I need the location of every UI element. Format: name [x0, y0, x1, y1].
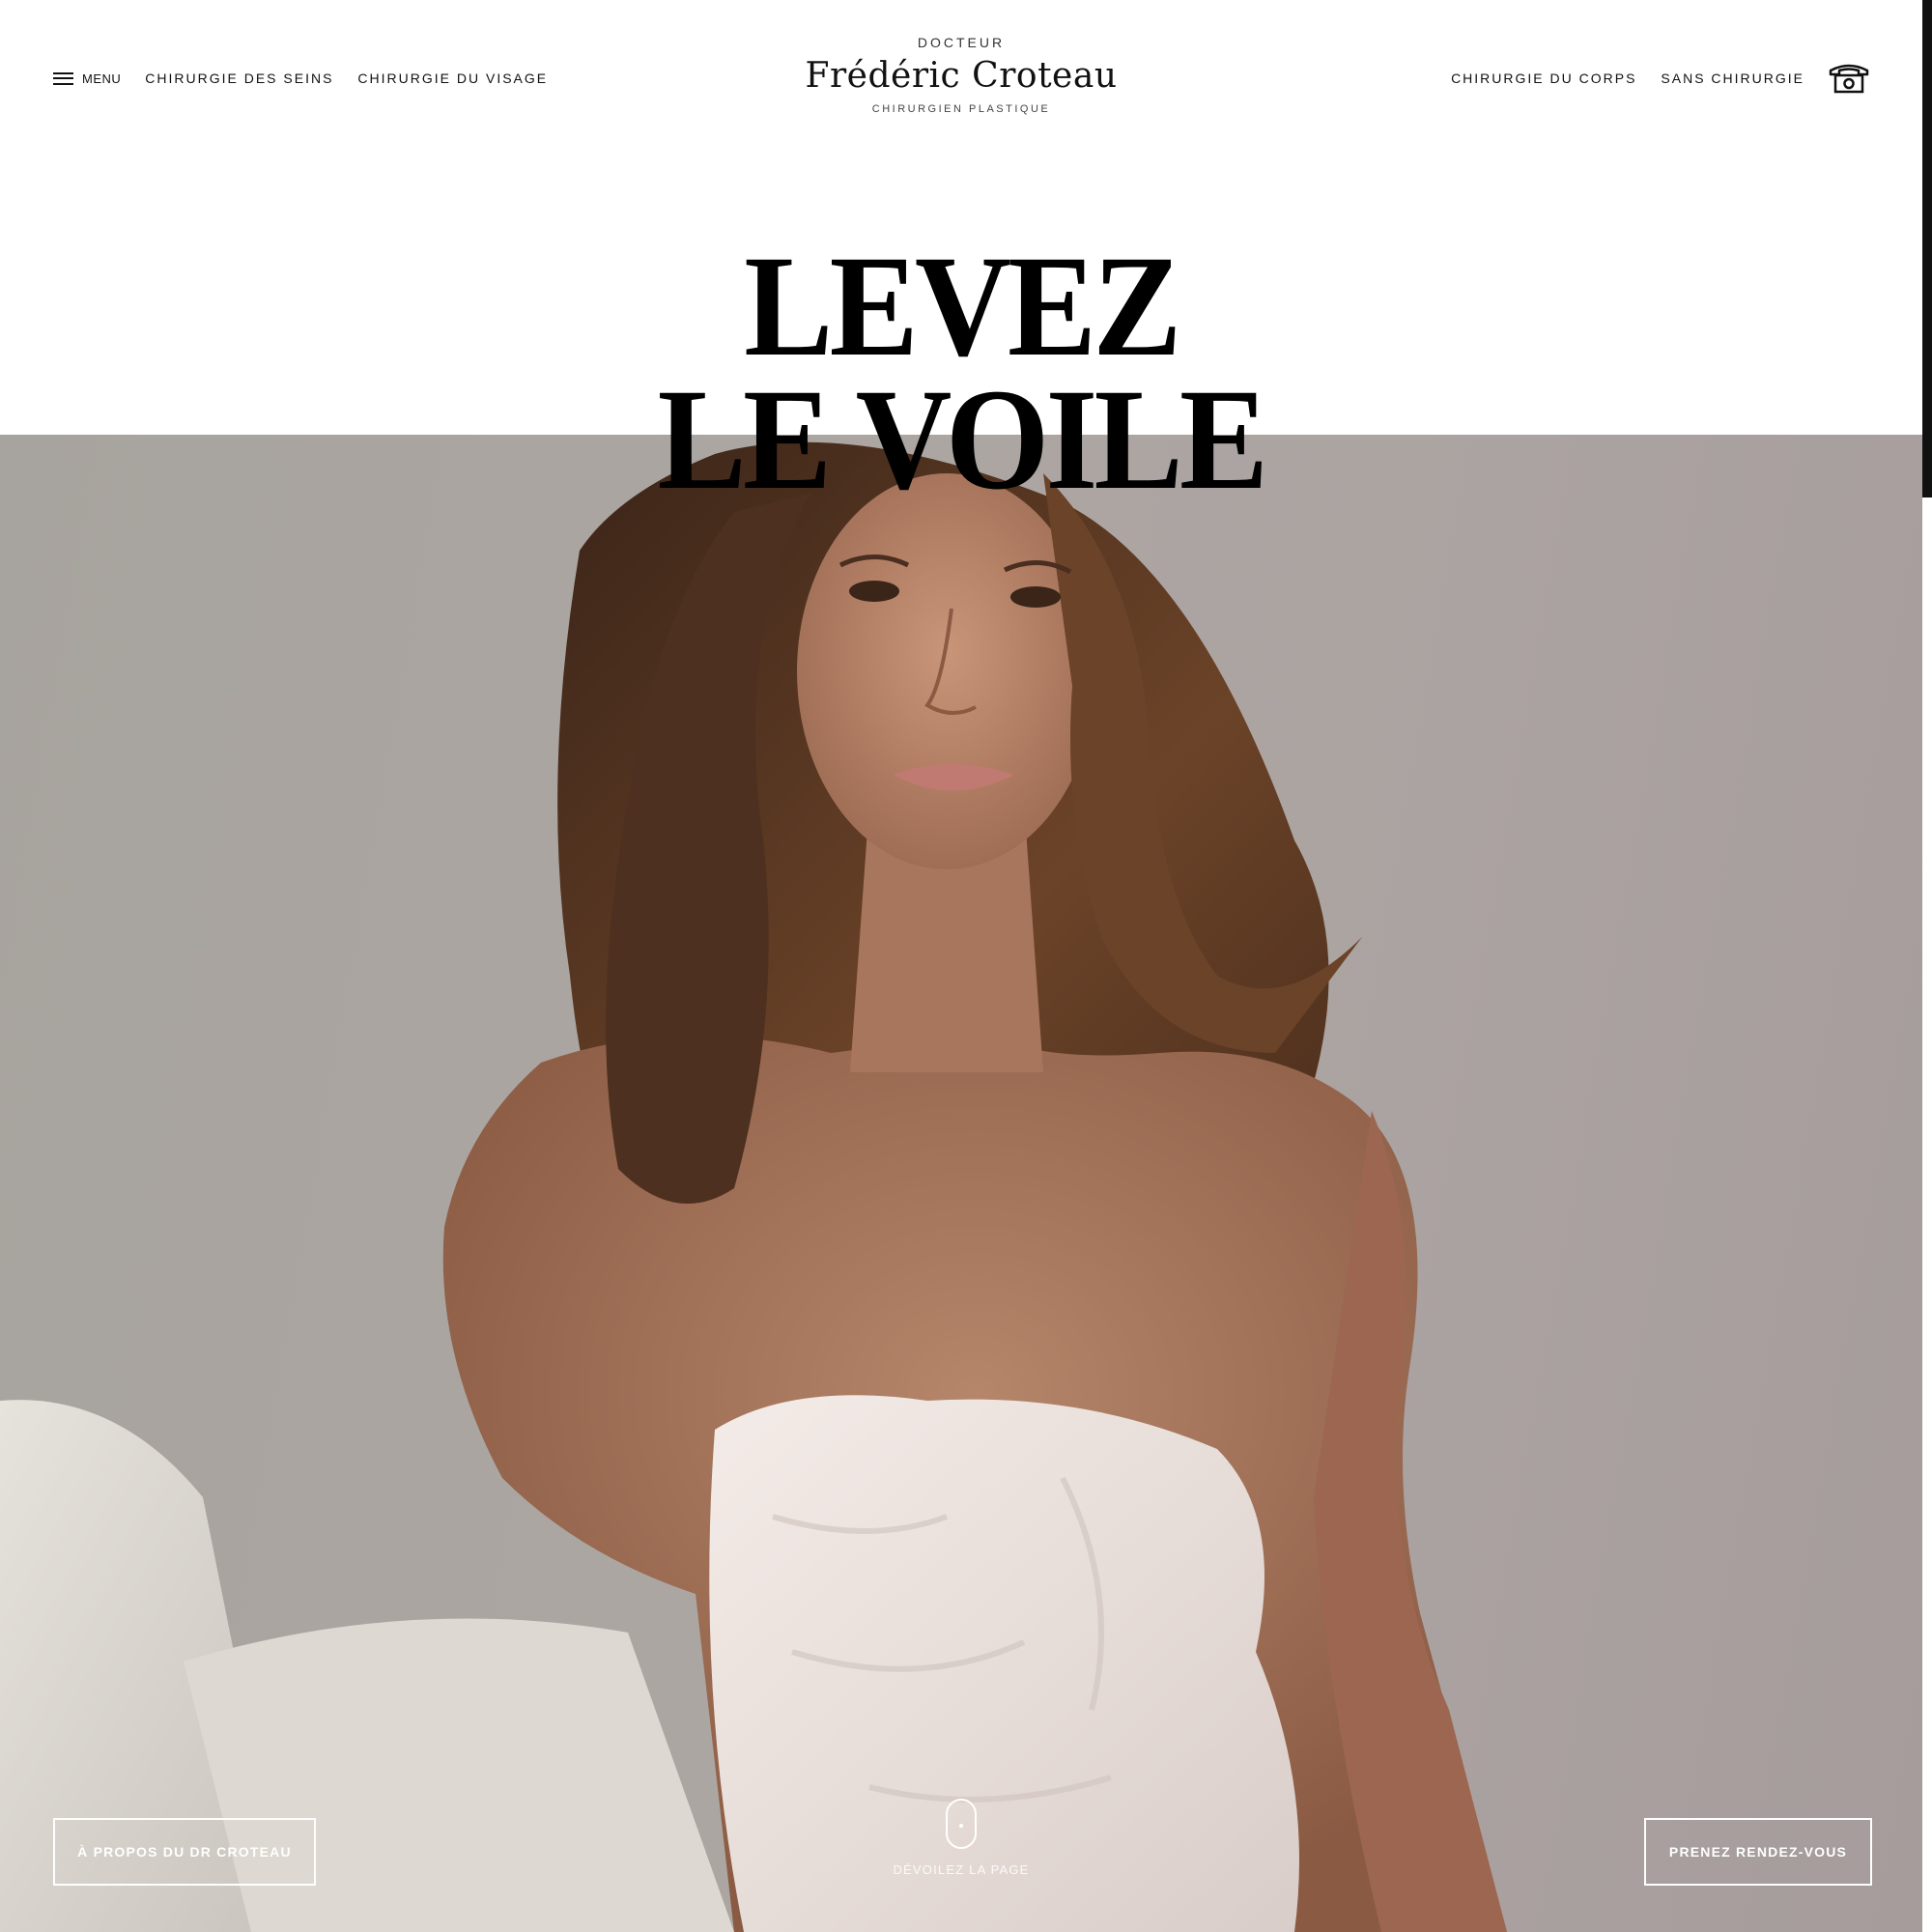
scroll-indicator[interactable]: DÉVOILEZ LA PAGE — [893, 1799, 1028, 1877]
telephone-icon[interactable] — [1829, 63, 1869, 94]
nav-link-chirurgie-corps[interactable]: CHIRURGIE DU CORPS — [1451, 71, 1636, 86]
hero-photo — [0, 441, 1507, 1932]
appointment-button[interactable]: PRENEZ RENDEZ-VOUS — [1644, 1818, 1872, 1886]
scrollbar-thumb[interactable] — [1922, 0, 1932, 497]
hero-headline: LEVEZ LE VOILE — [0, 226, 1922, 520]
nav-right: CHIRURGIE DU CORPS SANS CHIRURGIE — [1451, 62, 1869, 95]
about-button[interactable]: À PROPOS DU DR CROTEAU — [53, 1818, 316, 1886]
scroll-label: DÉVOILEZ LA PAGE — [893, 1862, 1030, 1877]
headline-line-2: LE VOILE — [657, 359, 1268, 520]
site-header: Menu CHIRURGIE DES SEINS CHIRURGIE DU VI… — [0, 0, 1922, 174]
nav-link-sans-chirurgie[interactable]: SANS CHIRURGIE — [1661, 71, 1804, 86]
logo-subtitle: CHIRURGIEN PLASTIQUE — [871, 103, 1051, 115]
scrollbar[interactable] — [1922, 0, 1932, 1932]
headline-line-1: LEVEZ — [744, 226, 1181, 386]
logo-docteur: DOCTEUR — [917, 35, 1006, 50]
mouse-icon — [946, 1799, 977, 1849]
hero-section — [0, 435, 1922, 1932]
